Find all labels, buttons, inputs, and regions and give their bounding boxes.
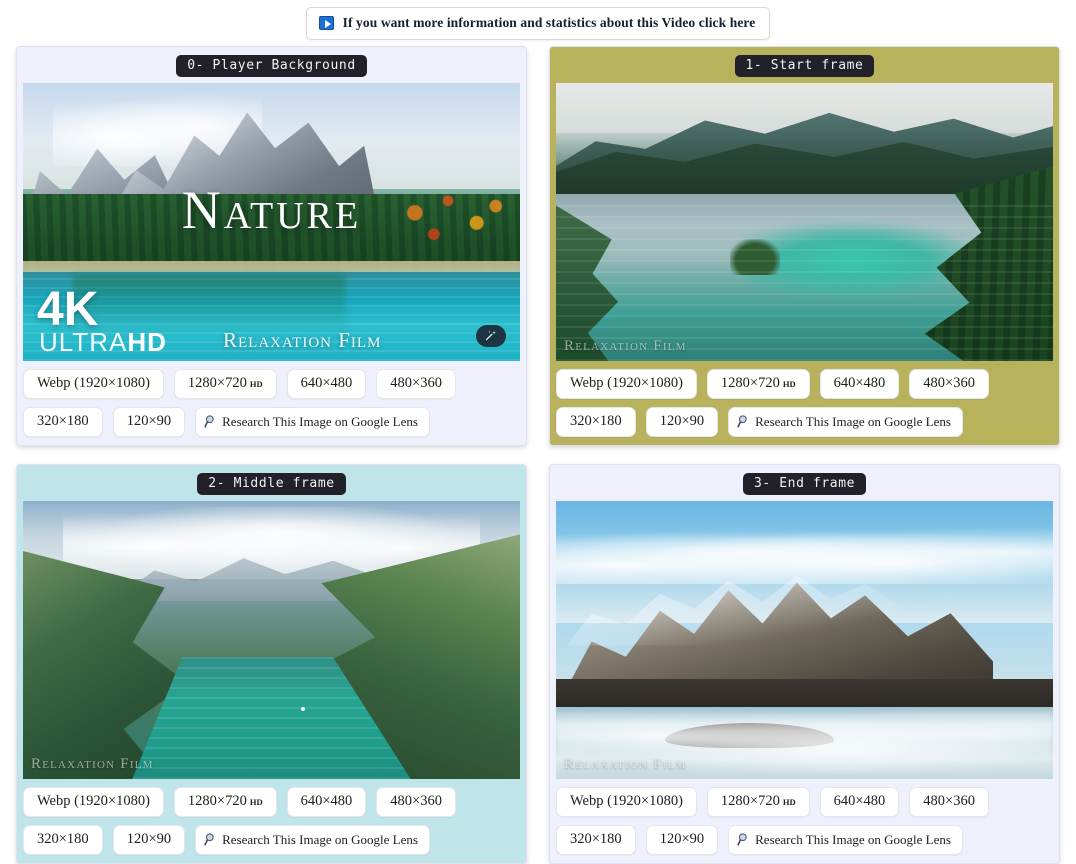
magnifier-icon — [204, 832, 219, 847]
google-lens-button[interactable]: Research This Image on Google Lens — [728, 407, 963, 437]
video-title-overlay: Nature — [181, 180, 362, 241]
resolution-button-320x180[interactable]: 320×180 — [556, 407, 636, 437]
magnifier-glyph — [737, 415, 747, 428]
magic-wand-icon[interactable] — [476, 325, 506, 347]
resolution-button-webp[interactable]: Webp (1920×1080) — [23, 787, 164, 817]
video-info-button-label: If you want more information and statist… — [342, 14, 756, 30]
frame-card-end-frame: 3- End frame Relaxation Film Webp (1920×… — [549, 464, 1060, 864]
frame-badge: 0- Player Background — [176, 55, 367, 77]
magnifier-glyph — [204, 833, 214, 846]
magnifier-glyph — [737, 833, 747, 846]
frame-card-grid: 0- Player Background Nature 4K ULTRAHD R… — [0, 46, 1076, 864]
badge-row: 3- End frame — [556, 473, 1053, 495]
resolution-button-480x360[interactable]: 480×360 — [376, 369, 456, 399]
resolution-label: 1280×720 — [187, 793, 247, 809]
frame-card-player-background: 0- Player Background Nature 4K ULTRAHD R… — [16, 46, 527, 446]
magic-wand-glyph — [485, 330, 496, 341]
resolution-button-480x360[interactable]: 480×360 — [376, 787, 456, 817]
thumbnail-end-frame[interactable]: Relaxation Film — [556, 501, 1053, 779]
hd-text: HD — [127, 327, 167, 357]
google-lens-label: Research This Image on Google Lens — [222, 413, 418, 429]
resolution-button-webp[interactable]: Webp (1920×1080) — [556, 787, 697, 817]
thumbnail-start-frame[interactable]: Relaxation Film — [556, 83, 1053, 361]
magnifier-icon — [737, 832, 752, 847]
magnifier-icon — [737, 414, 752, 429]
resolution-button-1280x720[interactable]: 1280×720 HD — [706, 369, 810, 399]
resolution-button-480x360[interactable]: 480×360 — [909, 369, 989, 399]
resolution-button-row: Webp (1920×1080) 1280×720 HD 640×480 480×… — [23, 787, 520, 855]
resolution-button-120x90[interactable]: 120×90 — [112, 825, 186, 855]
frame-badge: 2- Middle frame — [197, 473, 346, 495]
hd-superscript: HD — [782, 378, 796, 389]
hd-superscript: HD — [249, 796, 263, 807]
resolution-button-webp[interactable]: Webp (1920×1080) — [23, 369, 164, 399]
resolution-button-640x480[interactable]: 640×480 — [286, 787, 367, 817]
badge-row: 0- Player Background — [23, 55, 520, 77]
resolution-label: 1280×720 — [720, 375, 780, 391]
resolution-button-640x480[interactable]: 640×480 — [819, 787, 900, 817]
resolution-button-480x360[interactable]: 480×360 — [909, 787, 989, 817]
cloud-layer — [556, 523, 1053, 585]
resolution-button-320x180[interactable]: 320×180 — [23, 407, 103, 437]
google-lens-label: Research This Image on Google Lens — [222, 831, 418, 847]
play-icon — [318, 15, 334, 30]
magnifier-glyph — [204, 415, 214, 428]
resolution-button-120x90[interactable]: 120×90 — [112, 407, 186, 437]
resolution-button-webp[interactable]: Webp (1920×1080) — [556, 369, 697, 399]
resolution-button-320x180[interactable]: 320×180 — [556, 825, 636, 855]
watermark: Relaxation Film — [223, 328, 382, 352]
ultra-text: ULTRA — [39, 327, 128, 357]
resolution-button-row: Webp (1920×1080) 1280×720 HD 640×480 480×… — [556, 787, 1053, 855]
hd-superscript: HD — [782, 796, 796, 807]
quality-ultrahd-label: ULTRAHD — [39, 329, 167, 355]
resolution-button-1280x720[interactable]: 1280×720 HD — [706, 787, 810, 817]
frame-card-start-frame: 1- Start frame Relaxation Film Webp (192… — [549, 46, 1060, 446]
frame-badge: 1- Start frame — [734, 55, 875, 77]
google-lens-button[interactable]: Research This Image on Google Lens — [195, 825, 430, 855]
water-ripples — [556, 205, 1053, 361]
google-lens-label: Research This Image on Google Lens — [755, 831, 951, 847]
hd-superscript: HD — [249, 378, 263, 389]
resolution-button-1280x720[interactable]: 1280×720 HD — [173, 787, 277, 817]
frame-card-middle-frame: 2- Middle frame Relaxation Film Webp (19… — [16, 464, 527, 864]
top-info-bar: If you want more information and statist… — [0, 0, 1076, 46]
resolution-button-640x480[interactable]: 640×480 — [286, 369, 367, 399]
google-lens-label: Research This Image on Google Lens — [755, 413, 951, 429]
resolution-button-row: Webp (1920×1080) 1280×720 HD 640×480 480×… — [23, 369, 520, 437]
badge-row: 1- Start frame — [556, 55, 1053, 77]
quality-4k-label: 4K — [37, 283, 99, 337]
video-info-button[interactable]: If you want more information and statist… — [305, 6, 771, 40]
resolution-button-120x90[interactable]: 120×90 — [645, 407, 719, 437]
google-lens-button[interactable]: Research This Image on Google Lens — [728, 825, 963, 855]
frame-badge: 3- End frame — [742, 473, 867, 495]
sea-foam — [556, 712, 1053, 774]
thumbnail-player-background[interactable]: Nature 4K ULTRAHD Relaxation Film — [23, 83, 520, 361]
resolution-label: 1280×720 — [187, 375, 247, 391]
resolution-button-row: Webp (1920×1080) 1280×720 HD 640×480 480×… — [556, 369, 1053, 437]
thumbnail-middle-frame[interactable]: Relaxation Film — [23, 501, 520, 779]
google-lens-button[interactable]: Research This Image on Google Lens — [195, 407, 430, 437]
magnifier-icon — [204, 414, 219, 429]
resolution-button-320x180[interactable]: 320×180 — [23, 825, 103, 855]
resolution-label: 1280×720 — [720, 793, 780, 809]
resolution-button-1280x720[interactable]: 1280×720 HD — [173, 369, 277, 399]
badge-row: 2- Middle frame — [23, 473, 520, 495]
resolution-button-120x90[interactable]: 120×90 — [645, 825, 719, 855]
resolution-button-640x480[interactable]: 640×480 — [819, 369, 900, 399]
